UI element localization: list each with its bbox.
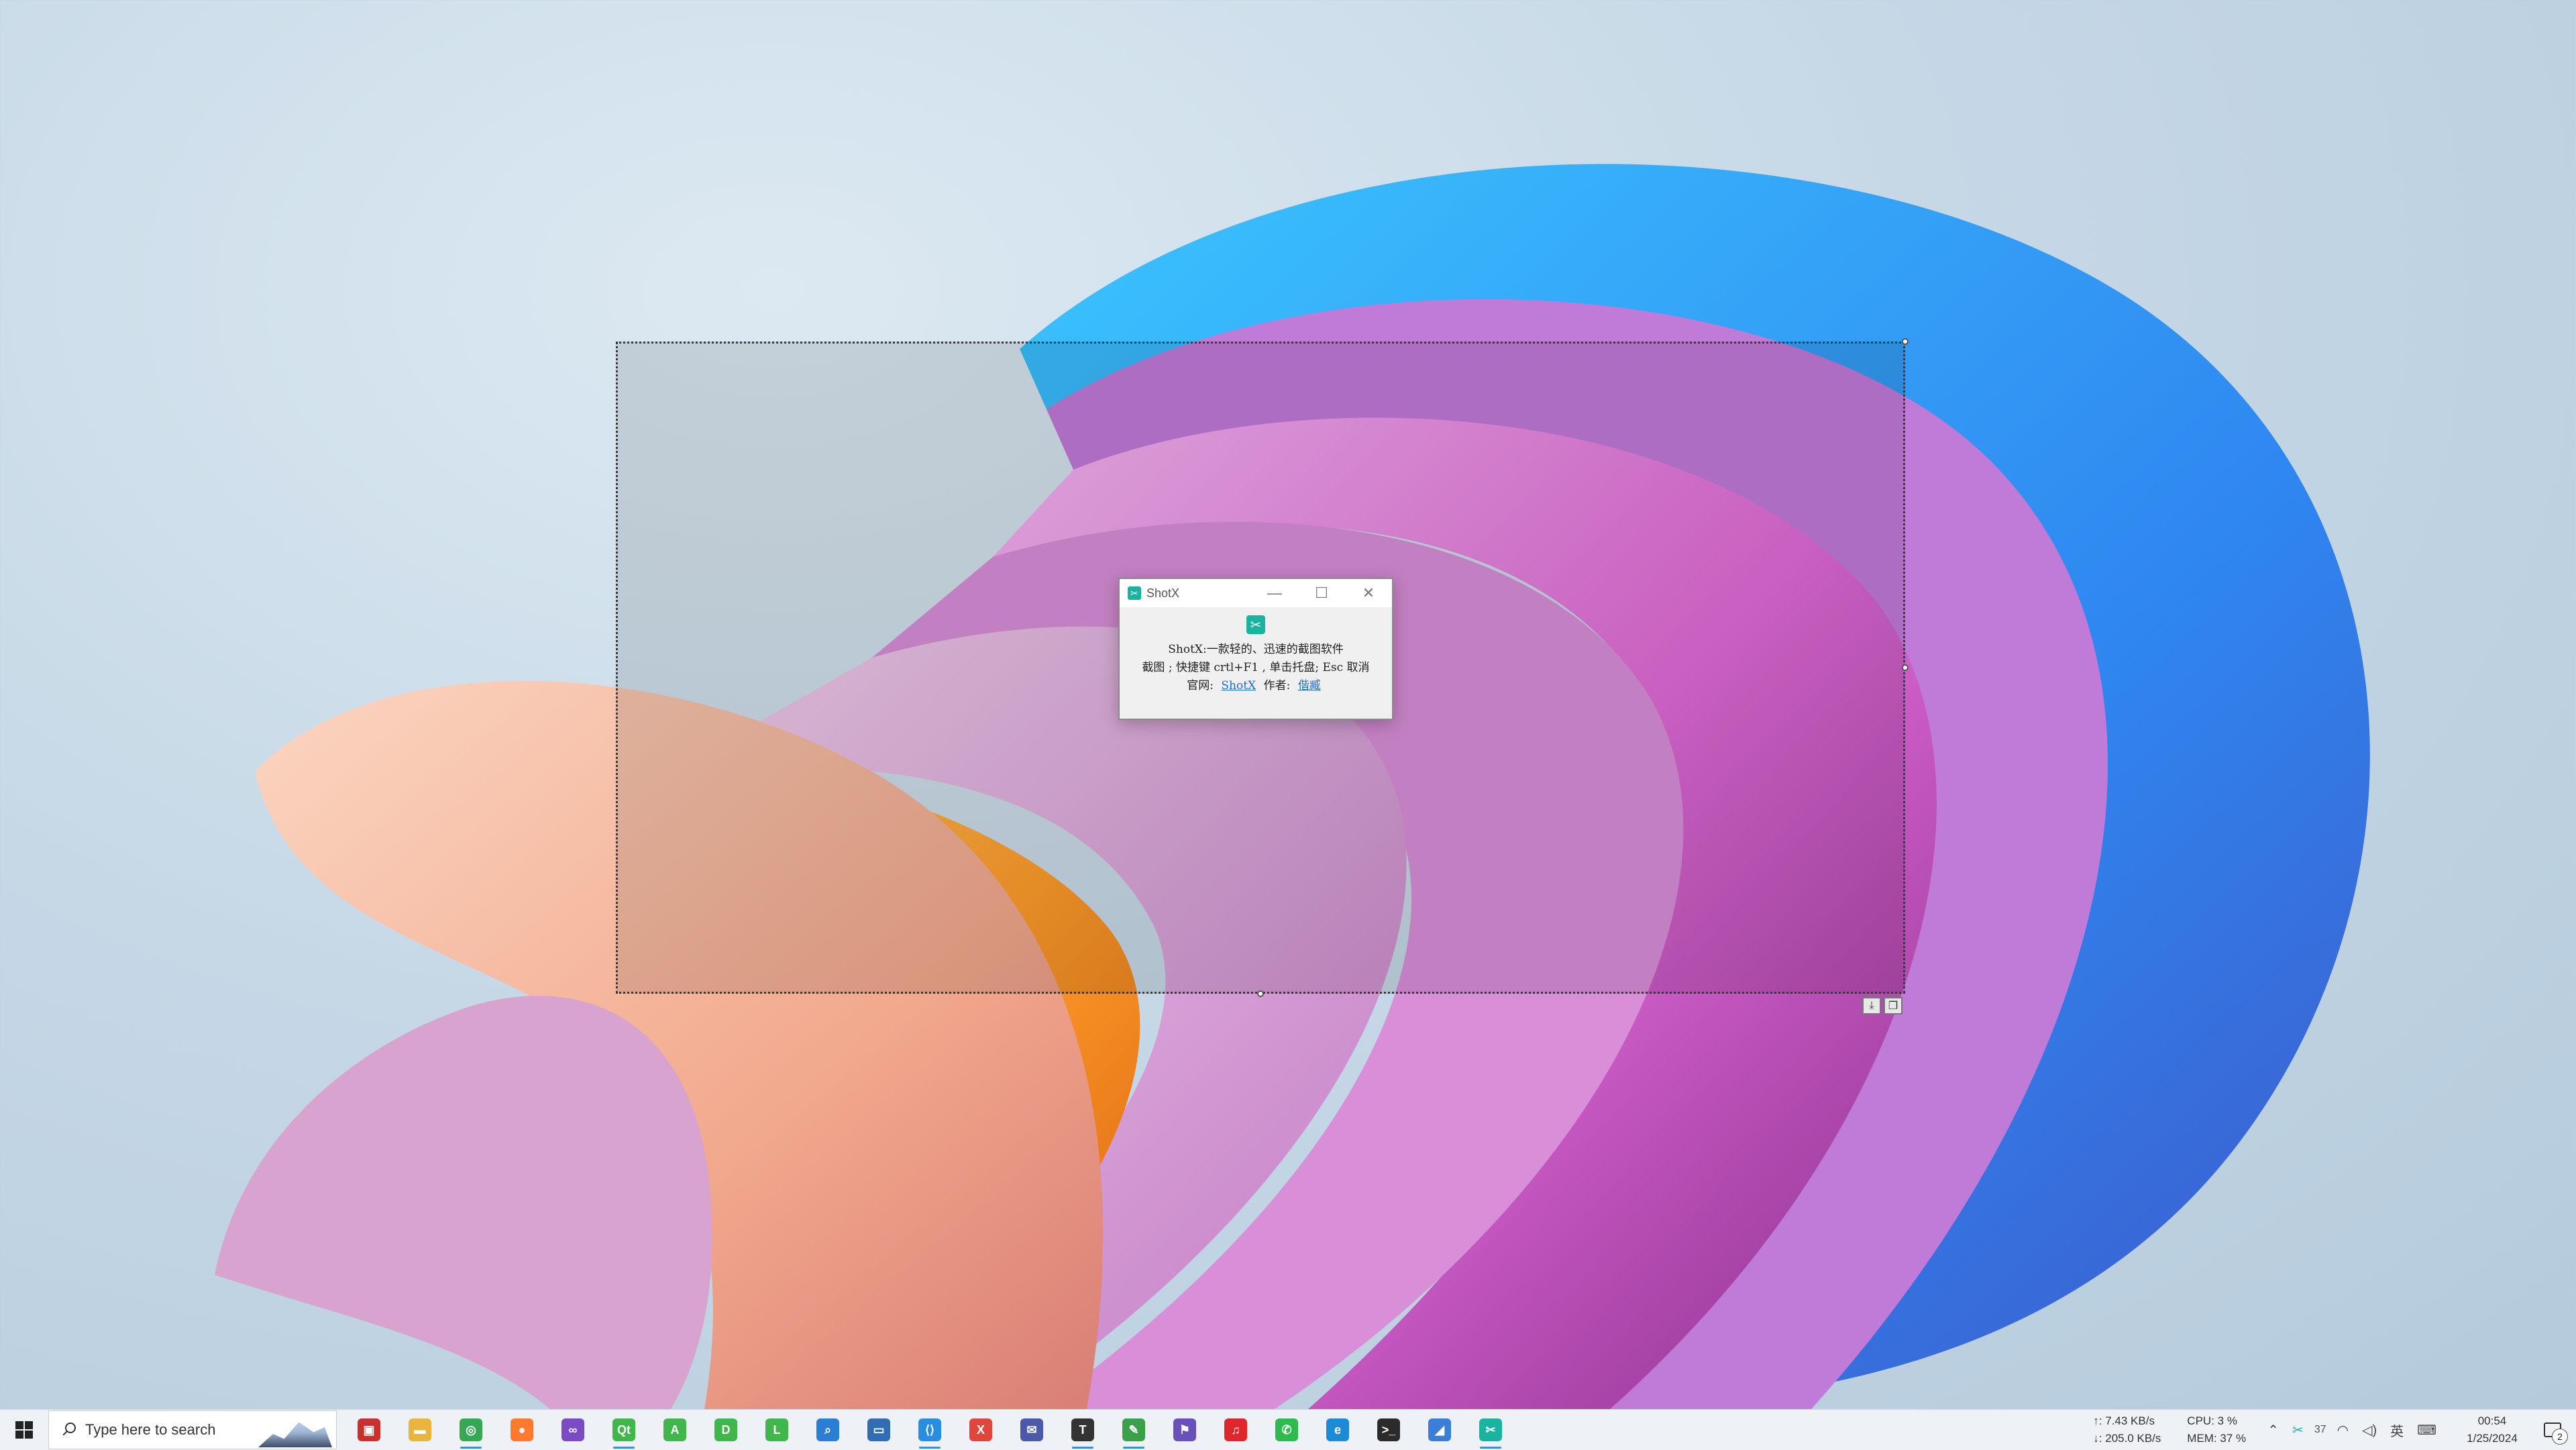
terminal-icon: >_ [1377,1418,1400,1441]
taskbar-app-edge[interactable]: e [1312,1410,1363,1450]
tray-count: 37 [2314,1424,2326,1435]
typora-icon: T [1071,1418,1094,1441]
selection-handle-top-right[interactable] [1902,338,1909,345]
website-link[interactable]: ShotX [1221,679,1256,692]
dialog-body: ✂ ShotX:一款轻的、迅速的截图软件 截图 ; 快捷键 crtl+F1 , … [1120,607,1392,695]
pinned-apps: ▣ ▬ ◎ ● ∞ Qt A D L ⌕ ▭ ⟨⟩ X ✉ T ✎ ⚑ ♫ ✆ e >_ ◢ ✂ [343,1410,1516,1450]
taskbar-app-xmind[interactable]: X [955,1410,1006,1450]
firefox-icon: ● [511,1418,533,1441]
system-tray: ↑: 7.43 KB/s ↓: 205.0 KB/s CPU: 3 % MEM:… [2093,1410,2576,1450]
shotx-tray-icon[interactable]: ✂ [2292,1422,2304,1439]
notification-center-button[interactable]: 2 [2529,1410,2576,1450]
maximize-button[interactable]: ☐ [1298,579,1345,607]
scan-app-icon: ▣ [358,1418,380,1441]
title-bar[interactable]: ✂ ShotX — ☐ ✕ [1120,579,1392,607]
github-desktop-icon: ⚑ [1173,1418,1196,1441]
paint-icon: ◢ [1428,1418,1451,1441]
shotx-logo-icon: ✂ [1246,615,1265,634]
download-speed: ↓: 205.0 KB/s [2093,1432,2161,1445]
wifi-icon[interactable]: ◠ [2337,1422,2349,1439]
qt-designer-icon: D [714,1418,737,1441]
author-link[interactable]: 偕臧 [1298,679,1321,692]
links-line: 官网: ShotX 作者: 偕臧 [1120,677,1392,695]
taskbar-app-qt-assistant[interactable]: A [649,1410,700,1450]
description-text: ShotX:一款轻的、迅速的截图软件 [1168,643,1344,656]
windows-logo-icon [15,1421,33,1439]
selection-toolbar: ⤓ ❐ [1862,997,1902,1015]
cpu-usage: CPU: 3 % [2187,1414,2237,1427]
taskbar-app-shotx[interactable]: ✂ [1465,1410,1516,1450]
minimize-button[interactable]: — [1251,579,1298,607]
taskbar-app-visual-studio[interactable]: ∞ [547,1410,598,1450]
taskbar-app-wechat[interactable]: ✆ [1261,1410,1312,1450]
qt-creator-icon: Qt [612,1418,635,1441]
taskbar-app-vscode[interactable]: ⟨⟩ [904,1410,955,1450]
upload-speed: ↑: 7.43 KB/s [2093,1414,2155,1427]
search-tool-icon: ⌕ [816,1418,839,1441]
date: 1/25/2024 [2467,1432,2518,1445]
xmind-icon: X [969,1418,992,1441]
taskbar-app-terminal[interactable]: >_ [1363,1410,1414,1450]
selection-handle-bottom[interactable] [1257,990,1264,997]
taskbar-app-qt-linguist[interactable]: L [751,1410,802,1450]
shotx-window: ✂ ShotX — ☐ ✕ ✂ ShotX:一款轻的、迅速的截图软件 截图 ; … [1118,578,1393,720]
clock[interactable]: 00:54 1/25/2024 [2455,1412,2529,1447]
qt-linguist-icon: L [765,1418,788,1441]
taskbar-app-search-tool[interactable]: ⌕ [802,1410,853,1450]
taskbar-app-file-explorer[interactable]: ▬ [394,1410,445,1450]
author-label: 作者: [1263,679,1291,692]
shotx-icon: ✂ [1479,1418,1502,1441]
search-icon [61,1422,76,1437]
remote-desktop-icon: ▭ [867,1418,890,1441]
taskbar: Type here to search ▣ ▬ ◎ ● ∞ Qt A D L ⌕ ▭ ⟨⟩ X ✉ T ✎ ⚑ ♫… [0,1409,2576,1450]
taskbar-app-qt-creator[interactable]: Qt [598,1410,649,1450]
taskbar-app-notepad[interactable]: ✎ [1108,1410,1159,1450]
notepad-icon: ✎ [1122,1418,1145,1441]
vscode-icon: ⟨⟩ [918,1418,941,1441]
copy-icon[interactable]: ❐ [1884,997,1902,1015]
search-highlight-image[interactable] [258,1422,332,1447]
search-placeholder: Type here to search [85,1421,216,1438]
taskbar-search-box[interactable]: Type here to search [48,1410,337,1449]
taskbar-app-netease-music[interactable]: ♫ [1210,1410,1261,1450]
selection-handle-right[interactable] [1902,664,1909,671]
system-usage-monitor[interactable]: CPU: 3 % MEM: 37 % [2187,1412,2261,1447]
start-button[interactable] [0,1410,48,1450]
network-speed-monitor[interactable]: ↑: 7.43 KB/s ↓: 205.0 KB/s [2093,1412,2174,1447]
chrome-icon: ◎ [460,1418,482,1441]
taskbar-app-remote-desktop[interactable]: ▭ [853,1410,904,1450]
file-explorer-icon: ▬ [409,1418,431,1441]
qt-assistant-icon: A [663,1418,686,1441]
chevron-up-icon[interactable]: ⌃ [2267,1422,2279,1439]
window-controls: — ☐ ✕ [1251,579,1392,607]
taskbar-app-github-desktop[interactable]: ⚑ [1159,1410,1210,1450]
shortcut-text: 截图 ; 快捷键 crtl+F1 , 单击托盘; Esc 取消 [1142,661,1370,674]
netease-music-icon: ♫ [1224,1418,1247,1441]
taskbar-app-chat-app[interactable]: ✉ [1006,1410,1057,1450]
chat-app-icon: ✉ [1020,1418,1043,1441]
download-icon[interactable]: ⤓ [1862,997,1881,1015]
taskbar-app-typora[interactable]: T [1057,1410,1108,1450]
keyboard-icon[interactable]: ⌨ [2417,1422,2436,1439]
taskbar-app-firefox[interactable]: ● [496,1410,547,1450]
edge-icon: e [1326,1418,1349,1441]
taskbar-app-scan-app[interactable]: ▣ [343,1410,394,1450]
memory-usage: MEM: 37 % [2187,1432,2247,1445]
window-title: ShotX [1146,586,1180,600]
taskbar-app-paint[interactable]: ◢ [1414,1410,1465,1450]
wechat-icon: ✆ [1275,1418,1298,1441]
speaker-icon[interactable]: ◁) [2362,1422,2377,1439]
time: 00:54 [2477,1414,2507,1427]
taskbar-app-qt-designer[interactable]: D [700,1410,751,1450]
website-label: 官网: [1187,679,1214,692]
input-method-indicator[interactable]: 英 [2390,1420,2404,1440]
close-button[interactable]: ✕ [1345,579,1392,607]
visual-studio-icon: ∞ [561,1418,584,1441]
shotx-app-icon: ✂ [1128,586,1141,600]
taskbar-app-chrome[interactable]: ◎ [445,1410,496,1450]
notification-badge: 2 [2552,1429,2568,1445]
